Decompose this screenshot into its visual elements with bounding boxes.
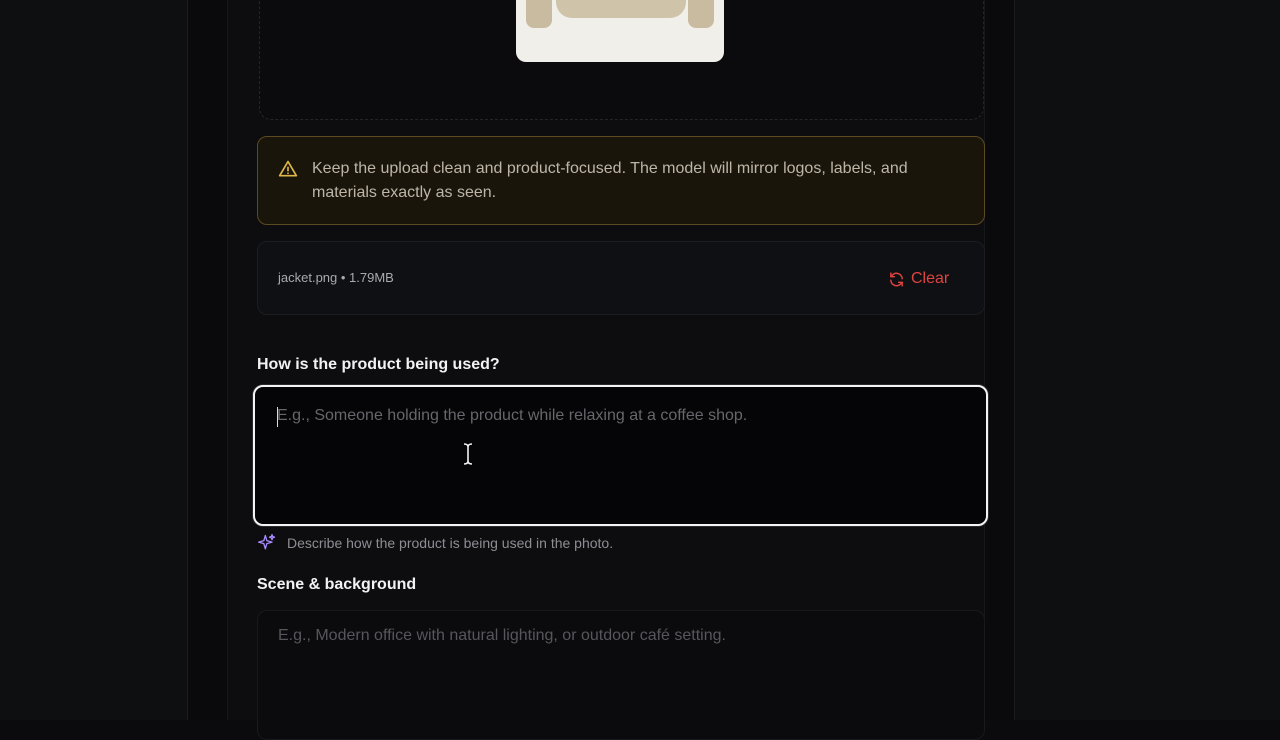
scene-label: Scene & background xyxy=(257,576,417,593)
text-caret xyxy=(277,407,278,427)
usage-hint-text: Describe how the product is being used i… xyxy=(287,535,614,551)
warning-banner: Keep the upload clean and product-focuse… xyxy=(257,136,985,225)
refresh-icon xyxy=(890,271,903,287)
clear-button[interactable]: Clear xyxy=(888,266,949,292)
usage-textarea[interactable] xyxy=(253,385,988,526)
jacket-sleeve-left xyxy=(526,0,552,28)
uploaded-image-thumbnail xyxy=(516,0,724,62)
left-backdrop xyxy=(0,0,188,720)
sparkle-icon xyxy=(258,534,276,550)
file-info: jacket.png • 1.79MB xyxy=(278,270,394,285)
warning-text: Keep the upload clean and product-focuse… xyxy=(312,160,908,201)
usage-label: How is the product being used? xyxy=(257,356,500,373)
warning-triangle-icon xyxy=(278,160,298,177)
jacket-body xyxy=(556,0,686,18)
scene-textarea[interactable] xyxy=(257,610,985,740)
right-backdrop xyxy=(1014,0,1280,720)
ibeam-cursor-icon xyxy=(463,443,473,465)
main-column: Keep the upload clean and product-focuse… xyxy=(189,0,1014,740)
clear-button-label: Clear xyxy=(911,270,950,287)
jacket-sleeve-right xyxy=(688,0,714,28)
usage-hint: Describe how the product is being used i… xyxy=(257,533,613,553)
file-row: jacket.png • 1.79MB Clear xyxy=(257,241,985,315)
